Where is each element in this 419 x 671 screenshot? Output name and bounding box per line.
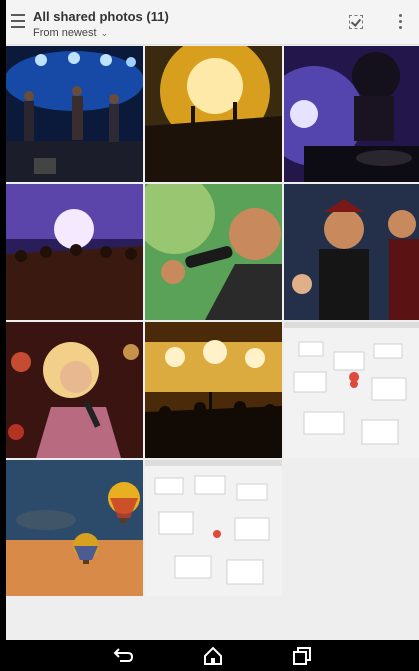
chevron-down-icon: ⌄ (100, 28, 109, 38)
multi-select-icon[interactable] (349, 15, 363, 29)
recents-icon[interactable] (292, 646, 314, 666)
app-bar: All shared photos (11) From newest ⌄ (6, 0, 419, 45)
photo-tile[interactable] (6, 460, 143, 596)
photo-tile[interactable] (145, 322, 282, 458)
photo-tile[interactable] (6, 322, 143, 458)
photo-tile[interactable] (145, 46, 282, 182)
photo-tile[interactable] (6, 46, 143, 182)
sort-dropdown[interactable]: From newest ⌄ (33, 27, 108, 39)
more-vertical-icon[interactable] (399, 14, 403, 32)
back-icon[interactable] (112, 646, 134, 666)
home-icon[interactable] (202, 646, 224, 666)
hamburger-menu-icon[interactable] (11, 14, 25, 30)
gallery-screen: All shared photos (11) From newest ⌄ (6, 0, 419, 671)
sort-label: From newest (33, 27, 97, 39)
photo-tile[interactable] (284, 184, 419, 320)
page-title: All shared photos (11) (33, 9, 169, 24)
photo-tile[interactable] (145, 460, 282, 596)
photo-tile[interactable] (6, 184, 143, 320)
system-nav-bar (6, 640, 419, 671)
photo-tile[interactable] (284, 322, 419, 458)
photo-tile[interactable] (145, 184, 282, 320)
photo-tile[interactable] (284, 46, 419, 182)
